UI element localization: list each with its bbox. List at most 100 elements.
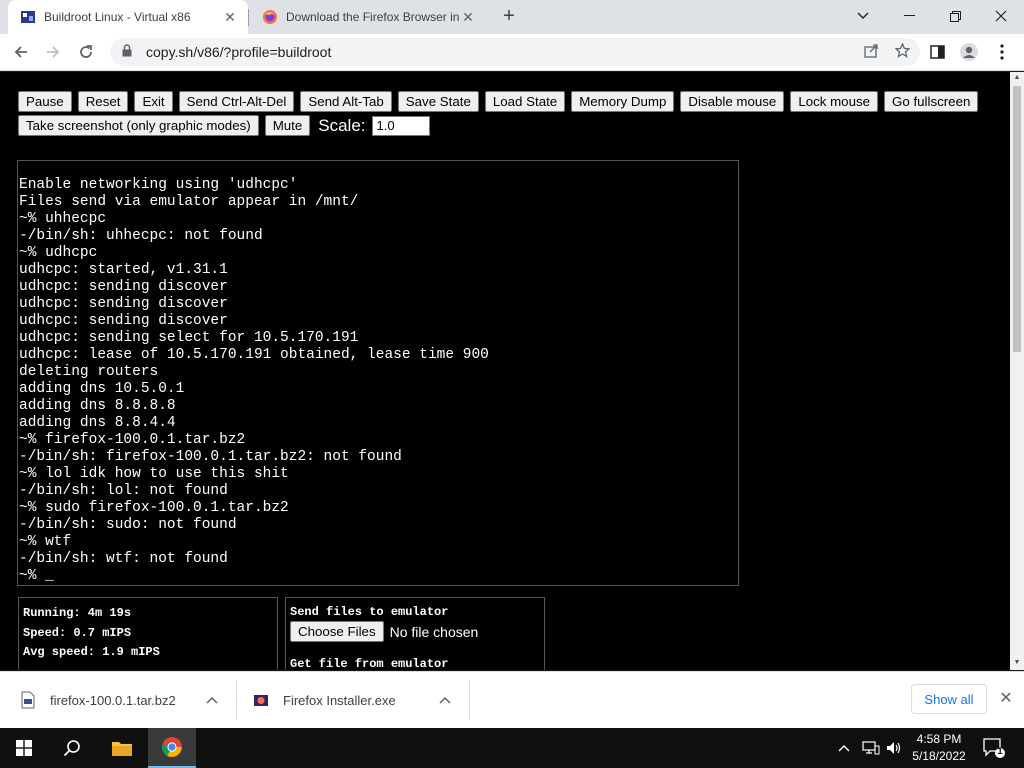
windows-start-icon[interactable] bbox=[4, 728, 44, 768]
exit-button[interactable]: Exit bbox=[134, 91, 173, 112]
menu-kebab-icon[interactable] bbox=[989, 39, 1015, 65]
scale-input[interactable] bbox=[371, 115, 430, 136]
terminal-line: Enable networking using 'udhcpc' bbox=[19, 177, 298, 193]
terminal-line: udhcpc: sending discover bbox=[19, 296, 228, 312]
memory-dump-button[interactable]: Memory Dump bbox=[571, 91, 675, 112]
download-divider bbox=[236, 680, 237, 720]
send-ctrl-alt-del-button[interactable]: Send Ctrl-Alt-Del bbox=[178, 91, 295, 112]
browser-toolbar: copy.sh/v86/?profile=buildroot bbox=[0, 34, 1024, 71]
download-item-firefox-tar[interactable]: firefox-100.0.1.tar.bz2 bbox=[20, 672, 230, 728]
pause-button[interactable]: Pause bbox=[18, 91, 72, 112]
downloads-bar: firefox-100.0.1.tar.bz2 Firefox Installe… bbox=[0, 671, 1024, 728]
terminal-line: -/bin/sh: sudo: not found bbox=[19, 517, 237, 533]
terminal-line: Files send via emulator appear in /mnt/ bbox=[19, 194, 359, 210]
go-fullscreen-button[interactable]: Go fullscreen bbox=[884, 91, 979, 112]
load-state-button[interactable]: Load State bbox=[484, 91, 566, 112]
tab-title: Download the Firefox Browser in bbox=[286, 10, 460, 24]
installer-icon bbox=[253, 691, 269, 709]
terminal-line: -/bin/sh: wtf: not found bbox=[19, 551, 228, 567]
choose-files-button[interactable]: Choose Files bbox=[290, 621, 384, 642]
back-icon[interactable] bbox=[8, 39, 34, 65]
scrollbar-thumb[interactable] bbox=[1013, 86, 1021, 352]
no-file-chosen-text: No file chosen bbox=[389, 623, 479, 640]
close-window-icon[interactable] bbox=[978, 0, 1024, 32]
lock-icon[interactable] bbox=[122, 44, 136, 60]
show-all-button[interactable]: Show all bbox=[911, 684, 987, 714]
terminal-line: udhcpc: sending discover bbox=[19, 313, 228, 329]
disable-mouse-button[interactable]: Disable mouse bbox=[680, 91, 785, 112]
send-alt-tab-button[interactable]: Send Alt-Tab bbox=[300, 91, 392, 112]
terminal-line: ~% uhhecpc bbox=[19, 211, 107, 227]
profile-avatar-icon[interactable] bbox=[956, 39, 982, 65]
take-screenshot-button[interactable]: Take screenshot (only graphic modes) bbox=[18, 115, 259, 136]
search-icon[interactable] bbox=[52, 728, 92, 768]
close-downloads-icon[interactable]: ✕ bbox=[996, 688, 1016, 710]
reset-button[interactable]: Reset bbox=[77, 91, 129, 112]
tab-divider bbox=[248, 9, 249, 26]
tab-buildroot[interactable]: Buildroot Linux - Virtual x86 ✕ bbox=[8, 0, 248, 34]
address-bar[interactable]: copy.sh/v86/?profile=buildroot bbox=[110, 38, 920, 66]
file-transfer-panel: Send files to emulator Choose Files No f… bbox=[285, 597, 545, 670]
save-state-button[interactable]: Save State bbox=[397, 91, 479, 112]
reload-icon[interactable] bbox=[73, 39, 99, 65]
new-tab-button[interactable]: + bbox=[498, 5, 520, 27]
terminal-line: ~% firefox-100.0.1.tar.bz2 bbox=[19, 432, 246, 448]
terminal-line: udhcpc: lease of 10.5.170.191 obtained, … bbox=[19, 347, 489, 363]
restore-icon[interactable] bbox=[932, 0, 978, 32]
lock-mouse-button[interactable]: Lock mouse bbox=[790, 91, 879, 112]
share-icon[interactable] bbox=[864, 43, 879, 61]
terminal-line: ~% udhcpc bbox=[19, 245, 98, 261]
close-icon[interactable]: ✕ bbox=[222, 9, 238, 25]
close-icon[interactable]: ✕ bbox=[460, 9, 476, 25]
tab-title: Buildroot Linux - Virtual x86 bbox=[44, 10, 191, 24]
terminal-line: ~% sudo firefox-100.0.1.tar.bz2 bbox=[19, 500, 289, 516]
side-panel-icon[interactable] bbox=[924, 39, 950, 65]
chevron-up-icon[interactable] bbox=[206, 693, 218, 707]
bookmark-star-icon[interactable] bbox=[894, 42, 911, 61]
terminal-line: adding dns 8.8.8.8 bbox=[19, 398, 176, 414]
emulator-controls-row1: Pause Reset Exit Send Ctrl-Alt-Del Send … bbox=[18, 91, 979, 112]
scale-label: Scale: bbox=[318, 115, 366, 135]
tray-chevron-up-icon[interactable] bbox=[838, 728, 850, 768]
page-content: Pause Reset Exit Send Ctrl-Alt-Del Send … bbox=[0, 72, 1012, 670]
download-item-firefox-installer[interactable]: Firefox Installer.exe bbox=[253, 672, 463, 728]
terminal-line: deleting routers bbox=[19, 364, 159, 380]
notification-count: 1 bbox=[997, 746, 1003, 756]
scroll-up-icon[interactable]: ▲ bbox=[1013, 74, 1021, 82]
terminal-line: -/bin/sh: uhhecpc: not found bbox=[19, 228, 263, 244]
terminal-line: ~% lol idk how to use this shit bbox=[19, 466, 289, 482]
speed-readout: Speed: 0.7 mIPS bbox=[23, 625, 132, 640]
windows-taskbar: 4:58 PM 5/18/2022 1 bbox=[0, 728, 1024, 768]
clock-date: 5/18/2022 bbox=[912, 749, 966, 763]
tab-firefox-download[interactable]: Download the Firefox Browser in ✕ bbox=[250, 0, 486, 34]
terminal-line: udhcpc: sending discover bbox=[19, 279, 228, 295]
firefox-icon bbox=[262, 9, 278, 25]
chevron-up-icon[interactable] bbox=[439, 693, 451, 707]
terminal-line: adding dns 10.5.0.1 bbox=[19, 381, 185, 397]
volume-icon[interactable] bbox=[886, 728, 902, 768]
chrome-taskbar-icon[interactable] bbox=[148, 728, 196, 768]
archive-file-icon bbox=[20, 691, 36, 709]
clock-time: 4:58 PM bbox=[916, 732, 962, 746]
send-files-label: Send files to emulator bbox=[290, 605, 449, 619]
terminal-line: adding dns 8.8.4.4 bbox=[19, 415, 176, 431]
system-clock[interactable]: 4:58 PM 5/18/2022 bbox=[904, 731, 974, 765]
running-time: Running: 4m 19s bbox=[23, 606, 132, 620]
download-filename: Firefox Installer.exe bbox=[283, 692, 396, 708]
mute-button[interactable]: Mute bbox=[264, 115, 311, 136]
tab-search-icon[interactable] bbox=[840, 0, 886, 32]
get-file-label: Get file from emulator bbox=[290, 657, 449, 670]
page-scrollbar[interactable]: ▲ ▼ bbox=[1010, 72, 1024, 670]
scroll-down-icon[interactable]: ▼ bbox=[1013, 659, 1021, 667]
file-explorer-icon[interactable] bbox=[100, 728, 144, 768]
notification-center-icon[interactable]: 1 bbox=[982, 728, 1006, 768]
emulator-stats-panel: Running: 4m 19s Speed: 0.7 mIPS Avg spee… bbox=[18, 597, 278, 670]
minimize-icon[interactable] bbox=[886, 0, 932, 32]
download-divider bbox=[469, 680, 470, 720]
forward-icon[interactable] bbox=[40, 39, 66, 65]
terminal-line: ~% _ bbox=[19, 568, 54, 584]
emulator-screen[interactable]: Enable networking using 'udhcpc' Files se… bbox=[17, 160, 739, 586]
network-icon[interactable] bbox=[862, 728, 880, 768]
terminal-line: ~% wtf bbox=[19, 534, 72, 550]
v86-icon bbox=[20, 9, 36, 25]
